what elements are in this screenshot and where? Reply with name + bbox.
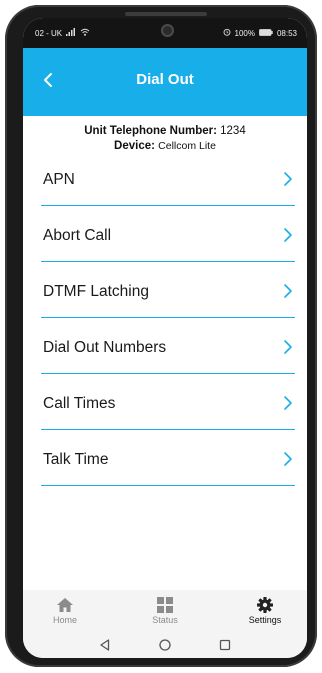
- battery-icon: [259, 28, 273, 38]
- clock: 08:53: [276, 28, 297, 38]
- chevron-right-icon: [284, 340, 292, 354]
- tab-home-label: Home: [52, 615, 77, 625]
- tab-settings-label: Settings: [248, 615, 282, 625]
- bottom-tab-bar: Home Status Settings: [23, 590, 307, 632]
- chevron-right-icon: [284, 452, 292, 466]
- chevron-right-icon: [284, 172, 292, 186]
- page-title: Dial Out: [136, 71, 194, 88]
- carrier-label: 02 - UK: [35, 28, 63, 38]
- menu-item-dial-out-numbers[interactable]: Dial Out Numbers: [41, 318, 295, 374]
- battery-percent: 100%: [234, 28, 255, 38]
- tab-home[interactable]: Home: [25, 590, 105, 632]
- signal-icon: [66, 28, 76, 38]
- tab-status[interactable]: Status: [125, 590, 205, 632]
- front-camera: [161, 24, 174, 37]
- home-icon: [57, 598, 73, 612]
- phone-frame: 02 - UK 100% 08:53 Dial Out Unit Telepho…: [5, 5, 317, 667]
- wifi-icon: [80, 28, 90, 38]
- menu-item-abort-call[interactable]: Abort Call: [41, 206, 295, 262]
- telephone-row: Unit Telephone Number: 1234: [23, 124, 307, 139]
- tab-status-label: Status: [152, 615, 178, 625]
- menu-item-label: Dial Out Numbers: [43, 339, 167, 356]
- app-header: Dial Out: [23, 48, 307, 116]
- menu-item-apn[interactable]: APN: [41, 150, 295, 206]
- gear-icon: [257, 597, 273, 613]
- status-bar: 02 - UK 100% 08:53: [23, 18, 307, 48]
- chevron-right-icon: [284, 284, 292, 298]
- menu-item-label: Talk Time: [43, 451, 109, 468]
- chevron-right-icon: [284, 396, 292, 410]
- system-nav-bar: [23, 632, 307, 658]
- recents-square-icon[interactable]: [216, 637, 234, 653]
- chevron-right-icon: [284, 228, 292, 242]
- tab-settings[interactable]: Settings: [225, 590, 305, 632]
- back-triangle-icon[interactable]: [96, 637, 114, 653]
- menu-item-dtmf-latching[interactable]: DTMF Latching: [41, 262, 295, 318]
- settings-menu: APN Abort Call DTMF Latching Dial Out Nu…: [41, 150, 295, 486]
- telephone-label: Unit Telephone Number:: [84, 125, 217, 137]
- menu-item-label: DTMF Latching: [43, 283, 149, 300]
- alarm-icon: [223, 28, 231, 38]
- home-circle-icon[interactable]: [156, 637, 174, 653]
- telephone-value: 1234: [220, 125, 246, 137]
- screen: 02 - UK 100% 08:53 Dial Out Unit Telepho…: [23, 18, 307, 658]
- grid-icon: [157, 597, 173, 613]
- menu-item-label: Call Times: [43, 395, 116, 412]
- speaker-grille: [125, 12, 207, 16]
- menu-item-talk-time[interactable]: Talk Time: [41, 430, 295, 486]
- menu-item-call-times[interactable]: Call Times: [41, 374, 295, 430]
- menu-item-label: Abort Call: [43, 227, 112, 244]
- menu-item-label: APN: [43, 171, 75, 188]
